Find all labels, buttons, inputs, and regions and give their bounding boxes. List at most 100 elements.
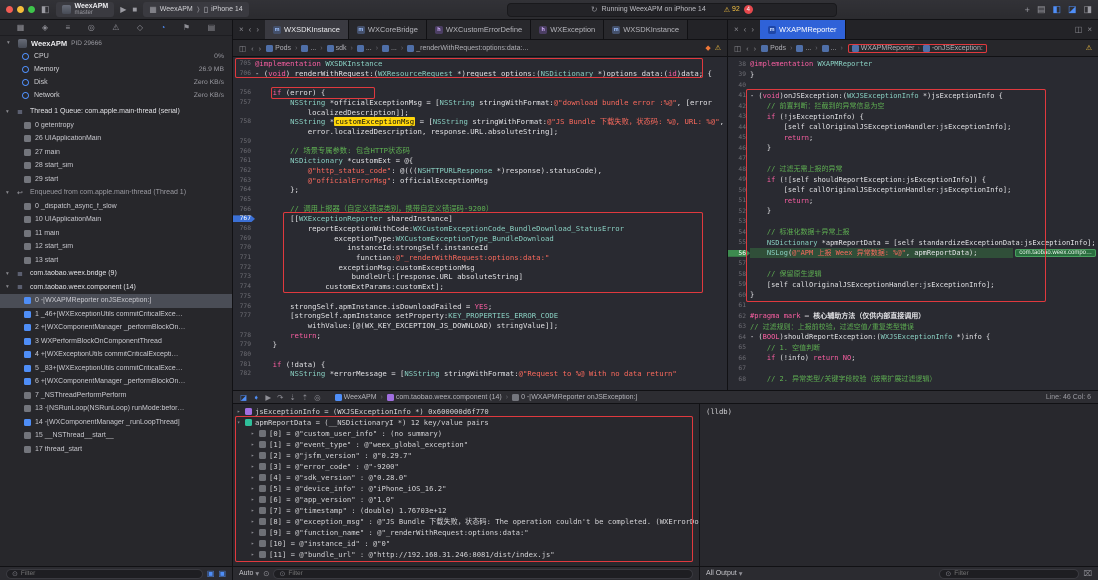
line-number[interactable]: 781 [233,361,255,368]
run-button[interactable]: ▶ [120,6,126,14]
line-number[interactable]: 52 [728,208,750,215]
line-number[interactable]: 55 [728,239,750,246]
variable-child-row[interactable]: ▸[7] = @"timestamp" : (double) 1.76703e+… [233,505,699,516]
line-number[interactable]: 756 [233,89,255,96]
line-number[interactable]: 38 [728,61,750,68]
breadcrumb-item[interactable]: sdk [327,45,347,52]
thread-row[interactable]: 3 WXPerformBlockOnComponentThread [0,335,232,349]
navigator-panel-toggle-icon[interactable]: ◧ [1052,4,1061,15]
filter-icon[interactable]: ⊙ [263,569,269,578]
thread-row[interactable]: 5 _83+[WXExceptionUtils commitCriticalEx… [0,362,232,376]
disclosure-closed-icon[interactable]: ▸ [237,409,245,415]
variable-child-row[interactable]: ▸[8] = @"exception_msg" : @"JS Bundle 下载… [233,516,699,527]
gauge-row-network[interactable]: NetworkZero KB/s [0,89,232,102]
line-number[interactable]: 42 [728,103,750,110]
breadcrumb-item[interactable]: Pods [761,45,786,52]
line-number[interactable]: 39 [728,71,750,78]
thread-row[interactable]: 1 _46+[WXExceptionUtils commitCriticalEx… [0,308,232,322]
console-filter-input[interactable] [954,570,1073,577]
tab-wxsdkinstance[interactable]: mWXSDKInstance [604,20,688,39]
warning-icon[interactable]: ⚠ [1086,44,1092,52]
forward-icon[interactable]: › [259,44,262,53]
thread-row[interactable]: 17 thread_start [0,443,232,457]
split-editor-icon[interactable]: ◫ [1075,25,1083,34]
console-scope-selector[interactable]: All Output ▾ [706,569,743,578]
analyzer-issue-icon[interactable]: ◆ [705,44,710,52]
line-number[interactable]: 766 [233,206,255,213]
variable-child-row[interactable]: ▸[9] = @"function_name" : @"_renderWithR… [233,527,699,538]
warning-icon[interactable]: ⚠ [715,44,721,52]
line-number[interactable]: 53 [728,218,750,225]
breadcrumb-item[interactable]: _renderWithRequest:options:data:... [407,45,528,52]
line-number[interactable]: 774 [233,283,255,290]
disclosure-closed-icon[interactable]: ▸ [251,530,259,536]
symbol-navigator-icon[interactable]: ≡ [66,23,71,32]
line-number[interactable]: 780 [233,351,255,358]
line-number[interactable]: 61 [728,302,750,309]
console-filter[interactable]: ⊙ [939,569,1079,579]
variable-child-row[interactable]: ▸[2] = @"jsfm_version" : @"0.29.7" [233,450,699,461]
disclosure-closed-icon[interactable]: ▸ [251,552,259,558]
line-number[interactable]: 706 [233,70,255,77]
line-number[interactable]: 64 [728,334,750,341]
thread-row[interactable]: 11 main [0,227,232,241]
line-number[interactable]: 773 [233,273,255,280]
close-tab-icon[interactable]: × [239,25,244,34]
tab-wxcorebridge[interactable]: mWXCoreBridge [349,20,427,39]
debug-location-icon[interactable]: ◎ [314,393,321,402]
navigator-toggle-icon[interactable]: ◧ [41,5,50,14]
debug-breadcrumb-item[interactable]: WeexAPM [335,394,377,401]
disclosure-open-icon[interactable]: ▾ [6,271,13,277]
scheme-selector[interactable]: ▦ WeexAPM ❭ ▯ iPhone 14 [143,2,248,17]
line-number[interactable]: 776 [233,303,255,310]
disclosure-closed-icon[interactable]: ▸ [251,442,259,448]
tab-wxcustomerrordefine[interactable]: hWXCustomErrorDefine [427,20,531,39]
line-number[interactable]: 772 [233,264,255,271]
breadcrumb-item[interactable]: ... [822,45,837,52]
library-icon[interactable]: ▤ [1037,4,1046,15]
disclosure-closed-icon[interactable]: ▸ [251,519,259,525]
gauge-row-disk[interactable]: DiskZero KB/s [0,76,232,89]
variable-child-row[interactable]: ▸[10] = @"instance_id" : @"0" [233,538,699,549]
variable-child-row[interactable]: ▸[6] = @"app_version" : @"1.0" [233,494,699,505]
breakpoint-indicator[interactable]: 767 [233,215,255,222]
tab-wxexception[interactable]: hWXException [531,20,604,39]
debug-navigator-icon[interactable]: ◔ [161,23,166,32]
line-number[interactable]: 44 [728,124,750,131]
hide-debug-area-icon[interactable]: ◪ [240,393,247,402]
variable-child-row[interactable]: ▸[11] = @"bundle_url" : @"http://192.168… [233,549,699,560]
error-count-badge[interactable]: 4 [744,5,753,14]
thread-row[interactable]: 0 -[WXAPMReporter onJSException:] [0,294,232,308]
breakpoints-toggle-icon[interactable]: ➧ [253,393,259,402]
back-icon[interactable]: ‹ [251,44,254,53]
variables-filter-input[interactable] [288,570,687,577]
gauge-row-cpu[interactable]: CPU0% [0,50,232,63]
line-number[interactable]: 51 [728,197,750,204]
thread-row[interactable]: 0 _dispatch_async_f_slow [0,200,232,214]
line-number[interactable]: 764 [233,186,255,193]
test-navigator-icon[interactable]: ◇ [137,23,143,32]
thread-row[interactable]: 26 UIApplicationMain [0,132,232,146]
continue-icon[interactable]: ▶ [265,393,271,402]
close-split-icon[interactable]: × [1087,25,1092,34]
thread-row[interactable]: 13 -[NSRunLoop(NSRunLoop) runMode:befor… [0,402,232,416]
line-number[interactable]: 57 [728,260,750,267]
close-tab-icon[interactable]: × [734,25,739,34]
console-output[interactable]: (lldb) [700,404,1098,566]
disclosure-closed-icon[interactable]: ▸ [251,497,259,503]
line-number[interactable]: 769 [233,235,255,242]
disclosure-closed-icon[interactable]: ▸ [251,464,259,470]
thread-row[interactable]: 14 -[WXComponentManager _runLoopThread] [0,416,232,430]
thread-row[interactable]: 4 +[WXExceptionUtils commitCriticalExcep… [0,348,232,362]
source-editor-wxapmreporter[interactable]: 38@implementation WXAPMReporter39}4041- … [728,57,1098,390]
line-number[interactable]: 43 [728,113,750,120]
line-number[interactable]: 48 [728,166,750,173]
variable-row[interactable]: ▸jsExceptionInfo = (WXJSExceptionInfo *)… [233,406,699,417]
disclosure-open-icon[interactable]: ▾ [237,420,245,426]
line-number[interactable]: 758 [233,118,255,125]
line-number[interactable]: 62 [728,313,750,320]
variable-child-row[interactable]: ▸[4] = @"sdk_version" : @"0.28.0" [233,472,699,483]
line-number[interactable]: 45 [728,134,750,141]
thread-row[interactable]: 28 start_sim [0,159,232,173]
stop-button[interactable]: ■ [132,6,137,14]
